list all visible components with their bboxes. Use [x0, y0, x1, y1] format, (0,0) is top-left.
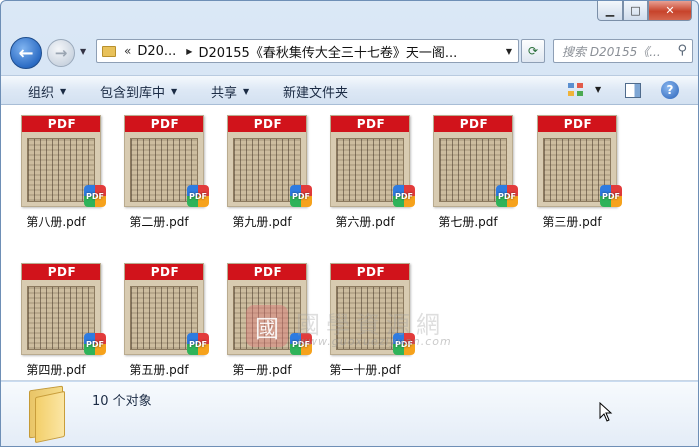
search-placeholder: 搜索 D20155《... [562, 44, 661, 59]
watermark: 國 國學資源網 www.guoxueziyuan.com [246, 305, 486, 355]
pdf-band: PDF [22, 264, 100, 280]
pdf-band: PDF [125, 264, 203, 280]
watermark-seal: 國 [246, 305, 288, 347]
address-dropdown-icon[interactable]: ▼ [500, 40, 518, 62]
pdf-band: PDF [331, 264, 409, 280]
pdf-band: PDF [125, 116, 203, 132]
file-name: 第一十册.pdf [329, 363, 401, 377]
breadcrumb-segment-2[interactable]: D20155《春秋集传大全三十七卷》天一阁... [198, 42, 457, 61]
pdf-icon: PDF [496, 185, 518, 207]
file-item[interactable]: PDF PDF 第三册.pdf [527, 105, 622, 230]
share-menu[interactable]: 共享 ▼ [211, 82, 249, 101]
folder-icon [102, 45, 116, 57]
pdf-icon: PDF [187, 185, 209, 207]
search-icon[interactable]: ⚲ [677, 43, 687, 58]
file-item[interactable]: PDF PDF 第二册.pdf [114, 105, 209, 230]
address-overflow-chevron[interactable]: « [124, 44, 131, 58]
include-in-library-label: 包含到库中 [100, 86, 166, 101]
file-name: 第九册.pdf [232, 215, 292, 229]
file-item[interactable]: PDF PDF 第七册.pdf [423, 105, 518, 230]
file-item[interactable]: PDF PDF 第四册.pdf [11, 253, 106, 378]
navigation-bar: ← → ▼ « D20... ▶ D20155《春秋集传大全三十七卷》天一阁..… [1, 31, 698, 71]
new-folder-label: 新建文件夹 [283, 86, 349, 101]
view-icon[interactable] [567, 82, 585, 98]
file-list-view[interactable]: PDF PDF 第八册.pdf PDF PDF 第二册.pdf PDF PDF … [1, 105, 698, 381]
file-name: 第四册.pdf [26, 363, 86, 377]
organize-menu[interactable]: 组织 ▼ [28, 82, 66, 101]
pdf-icon: PDF [393, 185, 415, 207]
chevron-down-icon: ▼ [60, 87, 67, 96]
maximize-button[interactable]: □ [623, 1, 648, 21]
pdf-icon: PDF [290, 185, 312, 207]
file-item[interactable]: PDF PDF 第八册.pdf [11, 105, 106, 230]
file-name: 第三册.pdf [542, 215, 602, 229]
command-bar: 组织 ▼ 包含到库中 ▼ 共享 ▼ 新建文件夹 ▼ ? [1, 75, 698, 105]
search-input[interactable]: 搜索 D20155《... ⚲ [553, 39, 693, 63]
refresh-icon[interactable]: ⟳ [521, 39, 545, 63]
back-icon[interactable]: ← [10, 37, 42, 69]
view-dropdown-icon[interactable]: ▼ [595, 85, 601, 94]
help-icon[interactable]: ? [661, 81, 679, 99]
item-count: 10 个对象 [92, 394, 152, 409]
chevron-down-icon: ▼ [171, 87, 178, 96]
pdf-band: PDF [228, 264, 306, 280]
file-name: 第六册.pdf [335, 215, 395, 229]
pdf-band: PDF [434, 116, 512, 132]
minimize-button[interactable]: ▁ [597, 1, 623, 21]
recent-pages-dropdown[interactable]: ▼ [80, 47, 86, 56]
explorer-window: ▁ □ ✕ ← → ▼ « D20... ▶ D20155《春秋集传大全三十七卷… [0, 0, 699, 447]
pdf-icon: PDF [84, 333, 106, 355]
new-folder-button[interactable]: 新建文件夹 [283, 82, 348, 101]
pdf-band: PDF [331, 116, 409, 132]
file-name: 第七册.pdf [438, 215, 498, 229]
file-item[interactable]: PDF PDF 第九册.pdf [217, 105, 312, 230]
file-item[interactable]: PDF PDF 第六册.pdf [320, 105, 415, 230]
pdf-icon: PDF [187, 333, 209, 355]
file-name: 第一册.pdf [232, 363, 292, 377]
file-name: 第五册.pdf [129, 363, 189, 377]
pdf-band: PDF [228, 116, 306, 132]
preview-pane-icon[interactable] [625, 83, 641, 98]
file-name: 第八册.pdf [26, 215, 86, 229]
close-button[interactable]: ✕ [648, 1, 692, 21]
details-pane: 10 个对象 [1, 382, 698, 446]
breadcrumb-separator-icon[interactable]: ▶ [186, 47, 192, 56]
folder-icon [25, 385, 67, 444]
share-label: 共享 [211, 86, 238, 101]
pdf-band: PDF [538, 116, 616, 132]
include-in-library-menu[interactable]: 包含到库中 ▼ [100, 82, 177, 101]
file-name: 第二册.pdf [129, 215, 189, 229]
pdf-icon: PDF [84, 185, 106, 207]
watermark-url: www.guoxueziyuan.com [298, 335, 452, 348]
chevron-down-icon: ▼ [243, 87, 250, 96]
mouse-pointer-icon [599, 402, 613, 422]
pdf-icon: PDF [600, 185, 622, 207]
pdf-band: PDF [22, 116, 100, 132]
file-item[interactable]: PDF PDF 第五册.pdf [114, 253, 209, 378]
forward-icon[interactable]: → [47, 39, 75, 67]
caption-buttons: ▁ □ ✕ [597, 1, 692, 21]
breadcrumb-segment-1[interactable]: D20... [137, 44, 176, 59]
address-bar[interactable]: « D20... ▶ D20155《春秋集传大全三十七卷》天一阁... ▼ [96, 39, 519, 63]
organize-label: 组织 [28, 86, 55, 101]
